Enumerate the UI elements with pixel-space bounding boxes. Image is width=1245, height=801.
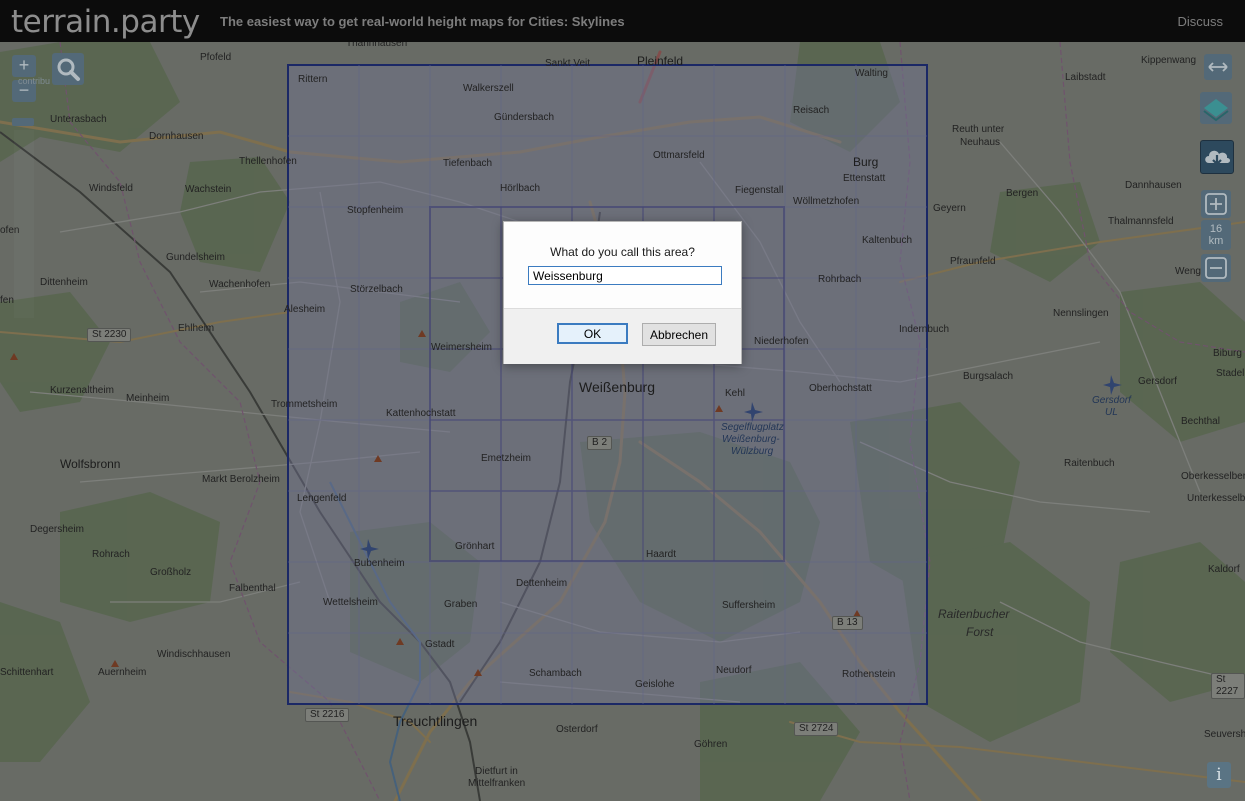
dialog-prompt: What do you call this area? bbox=[550, 245, 695, 259]
modal-overlay bbox=[0, 0, 1245, 801]
ok-button[interactable]: OK bbox=[557, 323, 628, 344]
area-name-dialog: What do you call this area? OK Abbrechen bbox=[503, 221, 742, 364]
dialog-body: What do you call this area? bbox=[504, 222, 741, 308]
cancel-button[interactable]: Abbrechen bbox=[642, 323, 716, 346]
info-button[interactable]: i bbox=[1207, 762, 1231, 788]
area-name-input[interactable] bbox=[528, 266, 722, 285]
dialog-footer: OK Abbrechen bbox=[504, 308, 741, 364]
